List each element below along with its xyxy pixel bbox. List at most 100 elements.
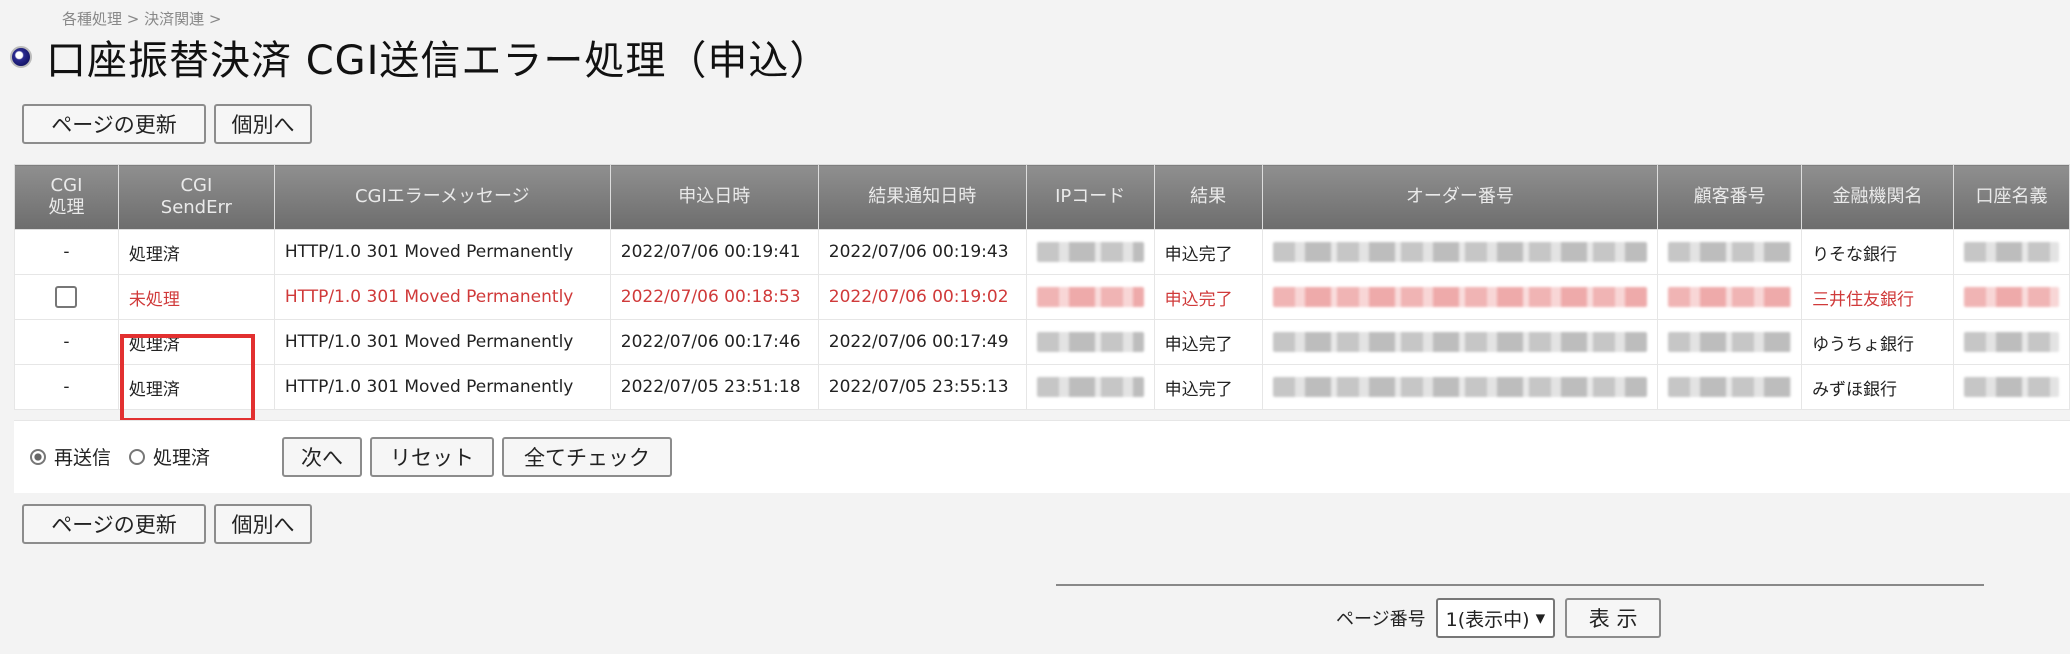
breadcrumb: 各種処理 > 決済関連 > xyxy=(62,10,222,28)
status-cell: 処理済 xyxy=(117,319,275,365)
resend-radio[interactable] xyxy=(30,448,46,465)
processed-radio-label[interactable]: 処理済 xyxy=(153,443,210,470)
redacted-block xyxy=(1964,287,2059,307)
redacted-block xyxy=(1668,377,1792,397)
cgi-proc-cell: - xyxy=(14,364,119,410)
action-buttons: 次へ リセット 全てチェック xyxy=(282,437,672,477)
individual-button[interactable]: 個別へ xyxy=(214,104,312,144)
cgi-proc-cell: - xyxy=(14,229,119,275)
table-row: 未処理 HTTP/1.0 301 Moved Permanently 2022/… xyxy=(14,274,2070,320)
status-cell: 処理済 xyxy=(117,364,275,410)
pager: ページ番号 1(表示中) ▾ 表 示 xyxy=(1336,598,1662,638)
bank-cell: みずほ銀行 xyxy=(1801,364,1955,410)
table-row: - 処理済 HTTP/1.0 301 Moved Permanently 202… xyxy=(14,229,2070,275)
ip-cell xyxy=(1025,364,1155,410)
status-cell: 処理済 xyxy=(117,229,275,275)
bank-cell: 三井住友銀行 xyxy=(1801,274,1955,320)
applied-cell: 2022/07/06 00:17:46 xyxy=(609,319,819,365)
applied-cell: 2022/07/06 00:19:41 xyxy=(609,229,819,275)
applied-cell: 2022/07/06 00:18:53 xyxy=(609,274,819,320)
page-number-label: ページ番号 xyxy=(1336,609,1426,630)
result-cell: 申込完了 xyxy=(1153,274,1263,320)
processed-radio[interactable] xyxy=(129,448,146,465)
bullet-icon xyxy=(10,46,32,68)
col-bank: 金融機関名 xyxy=(1801,164,1955,230)
applied-cell: 2022/07/05 23:51:18 xyxy=(609,364,819,410)
message-cell: HTTP/1.0 301 Moved Permanently xyxy=(273,229,611,275)
notified-cell: 2022/07/06 00:19:02 xyxy=(817,274,1027,320)
refresh-page-button[interactable]: ページの更新 xyxy=(22,104,206,144)
order-cell xyxy=(1261,319,1659,365)
redacted-block xyxy=(1272,242,1648,262)
divider xyxy=(1056,584,1984,586)
next-button[interactable]: 次へ xyxy=(282,437,362,477)
top-button-row: ページの更新 個別へ xyxy=(22,104,312,144)
account-cell xyxy=(1953,229,2070,275)
col-account: 口座名義 xyxy=(1953,164,2070,230)
redacted-block xyxy=(1036,332,1144,352)
title-bar: 口座振替決済 CGI送信エラー処理（申込） xyxy=(10,28,830,86)
order-cell xyxy=(1261,364,1659,410)
customer-cell xyxy=(1657,229,1803,275)
col-ip: IPコード xyxy=(1025,164,1155,230)
col-cgi-proc: CGI 処理 xyxy=(14,164,119,230)
col-order: オーダー番号 xyxy=(1261,164,1659,230)
col-message: CGIエラーメッセージ xyxy=(273,164,611,230)
page-select-value: 1(表示中) xyxy=(1445,608,1530,631)
resend-radio-label[interactable]: 再送信 xyxy=(54,443,111,470)
reset-button[interactable]: リセット xyxy=(370,437,494,477)
table-row: - 処理済 HTTP/1.0 301 Moved Permanently 202… xyxy=(14,364,2070,410)
message-cell: HTTP/1.0 301 Moved Permanently xyxy=(273,364,611,410)
table-header-row: CGI 処理 CGI SendErr CGIエラーメッセージ 申込日時 結果通知日時… xyxy=(14,164,2070,230)
cgi-proc-cell: - xyxy=(14,319,119,365)
ip-cell xyxy=(1025,274,1155,320)
result-cell: 申込完了 xyxy=(1153,364,1263,410)
col-notified: 結果通知日時 xyxy=(817,164,1027,230)
redacted-block xyxy=(1964,377,2059,397)
error-table: CGI 処理 CGI SendErr CGIエラーメッセージ 申込日時 結果通知日時… xyxy=(14,164,2070,410)
redacted-block xyxy=(1668,332,1792,352)
redacted-block xyxy=(1272,377,1648,397)
redacted-block xyxy=(1272,332,1648,352)
row-checkbox[interactable] xyxy=(55,286,78,308)
page-select[interactable]: 1(表示中) ▾ xyxy=(1435,598,1556,638)
col-cgi-senderr-label: CGI SendErr xyxy=(160,175,232,218)
order-cell xyxy=(1261,274,1659,320)
redacted-block xyxy=(1964,332,2059,352)
individual-button-bottom[interactable]: 個別へ xyxy=(214,504,312,544)
col-cgi-proc-label: CGI 処理 xyxy=(48,175,85,218)
notified-cell: 2022/07/06 00:17:49 xyxy=(817,319,1027,365)
notified-cell: 2022/07/05 23:55:13 xyxy=(817,364,1027,410)
redacted-block xyxy=(1668,287,1792,307)
status-cell: 未処理 xyxy=(117,274,275,320)
refresh-page-button-bottom[interactable]: ページの更新 xyxy=(22,504,206,544)
redacted-block xyxy=(1036,377,1144,397)
customer-cell xyxy=(1657,364,1803,410)
customer-cell xyxy=(1657,274,1803,320)
page-title: 口座振替決済 CGI送信エラー処理（申込） xyxy=(46,38,831,84)
redacted-block xyxy=(1036,287,1144,307)
bank-cell: りそな銀行 xyxy=(1801,229,1955,275)
check-all-button[interactable]: 全てチェック xyxy=(502,437,672,477)
action-row: 再送信 処理済 次へ リセット 全てチェック xyxy=(14,420,2070,493)
ip-cell xyxy=(1025,319,1155,365)
message-cell: HTTP/1.0 301 Moved Permanently xyxy=(273,319,611,365)
show-button[interactable]: 表 示 xyxy=(1565,598,1662,638)
chevron-down-icon: ▾ xyxy=(1535,607,1546,629)
account-cell xyxy=(1953,319,2070,365)
mode-radio-group: 再送信 処理済 xyxy=(30,443,210,470)
redacted-block xyxy=(1964,242,2059,262)
message-cell: HTTP/1.0 301 Moved Permanently xyxy=(273,274,611,320)
account-cell xyxy=(1953,274,2070,320)
col-customer: 顧客番号 xyxy=(1657,164,1803,230)
col-result: 結果 xyxy=(1153,164,1263,230)
customer-cell xyxy=(1657,319,1803,365)
redacted-block xyxy=(1036,242,1144,262)
notified-cell: 2022/07/06 00:19:43 xyxy=(817,229,1027,275)
bank-cell: ゆうちょ銀行 xyxy=(1801,319,1955,365)
account-cell xyxy=(1953,364,2070,410)
cgi-proc-cell[interactable] xyxy=(14,274,119,320)
result-cell: 申込完了 xyxy=(1153,319,1263,365)
redacted-block xyxy=(1668,242,1792,262)
result-cell: 申込完了 xyxy=(1153,229,1263,275)
